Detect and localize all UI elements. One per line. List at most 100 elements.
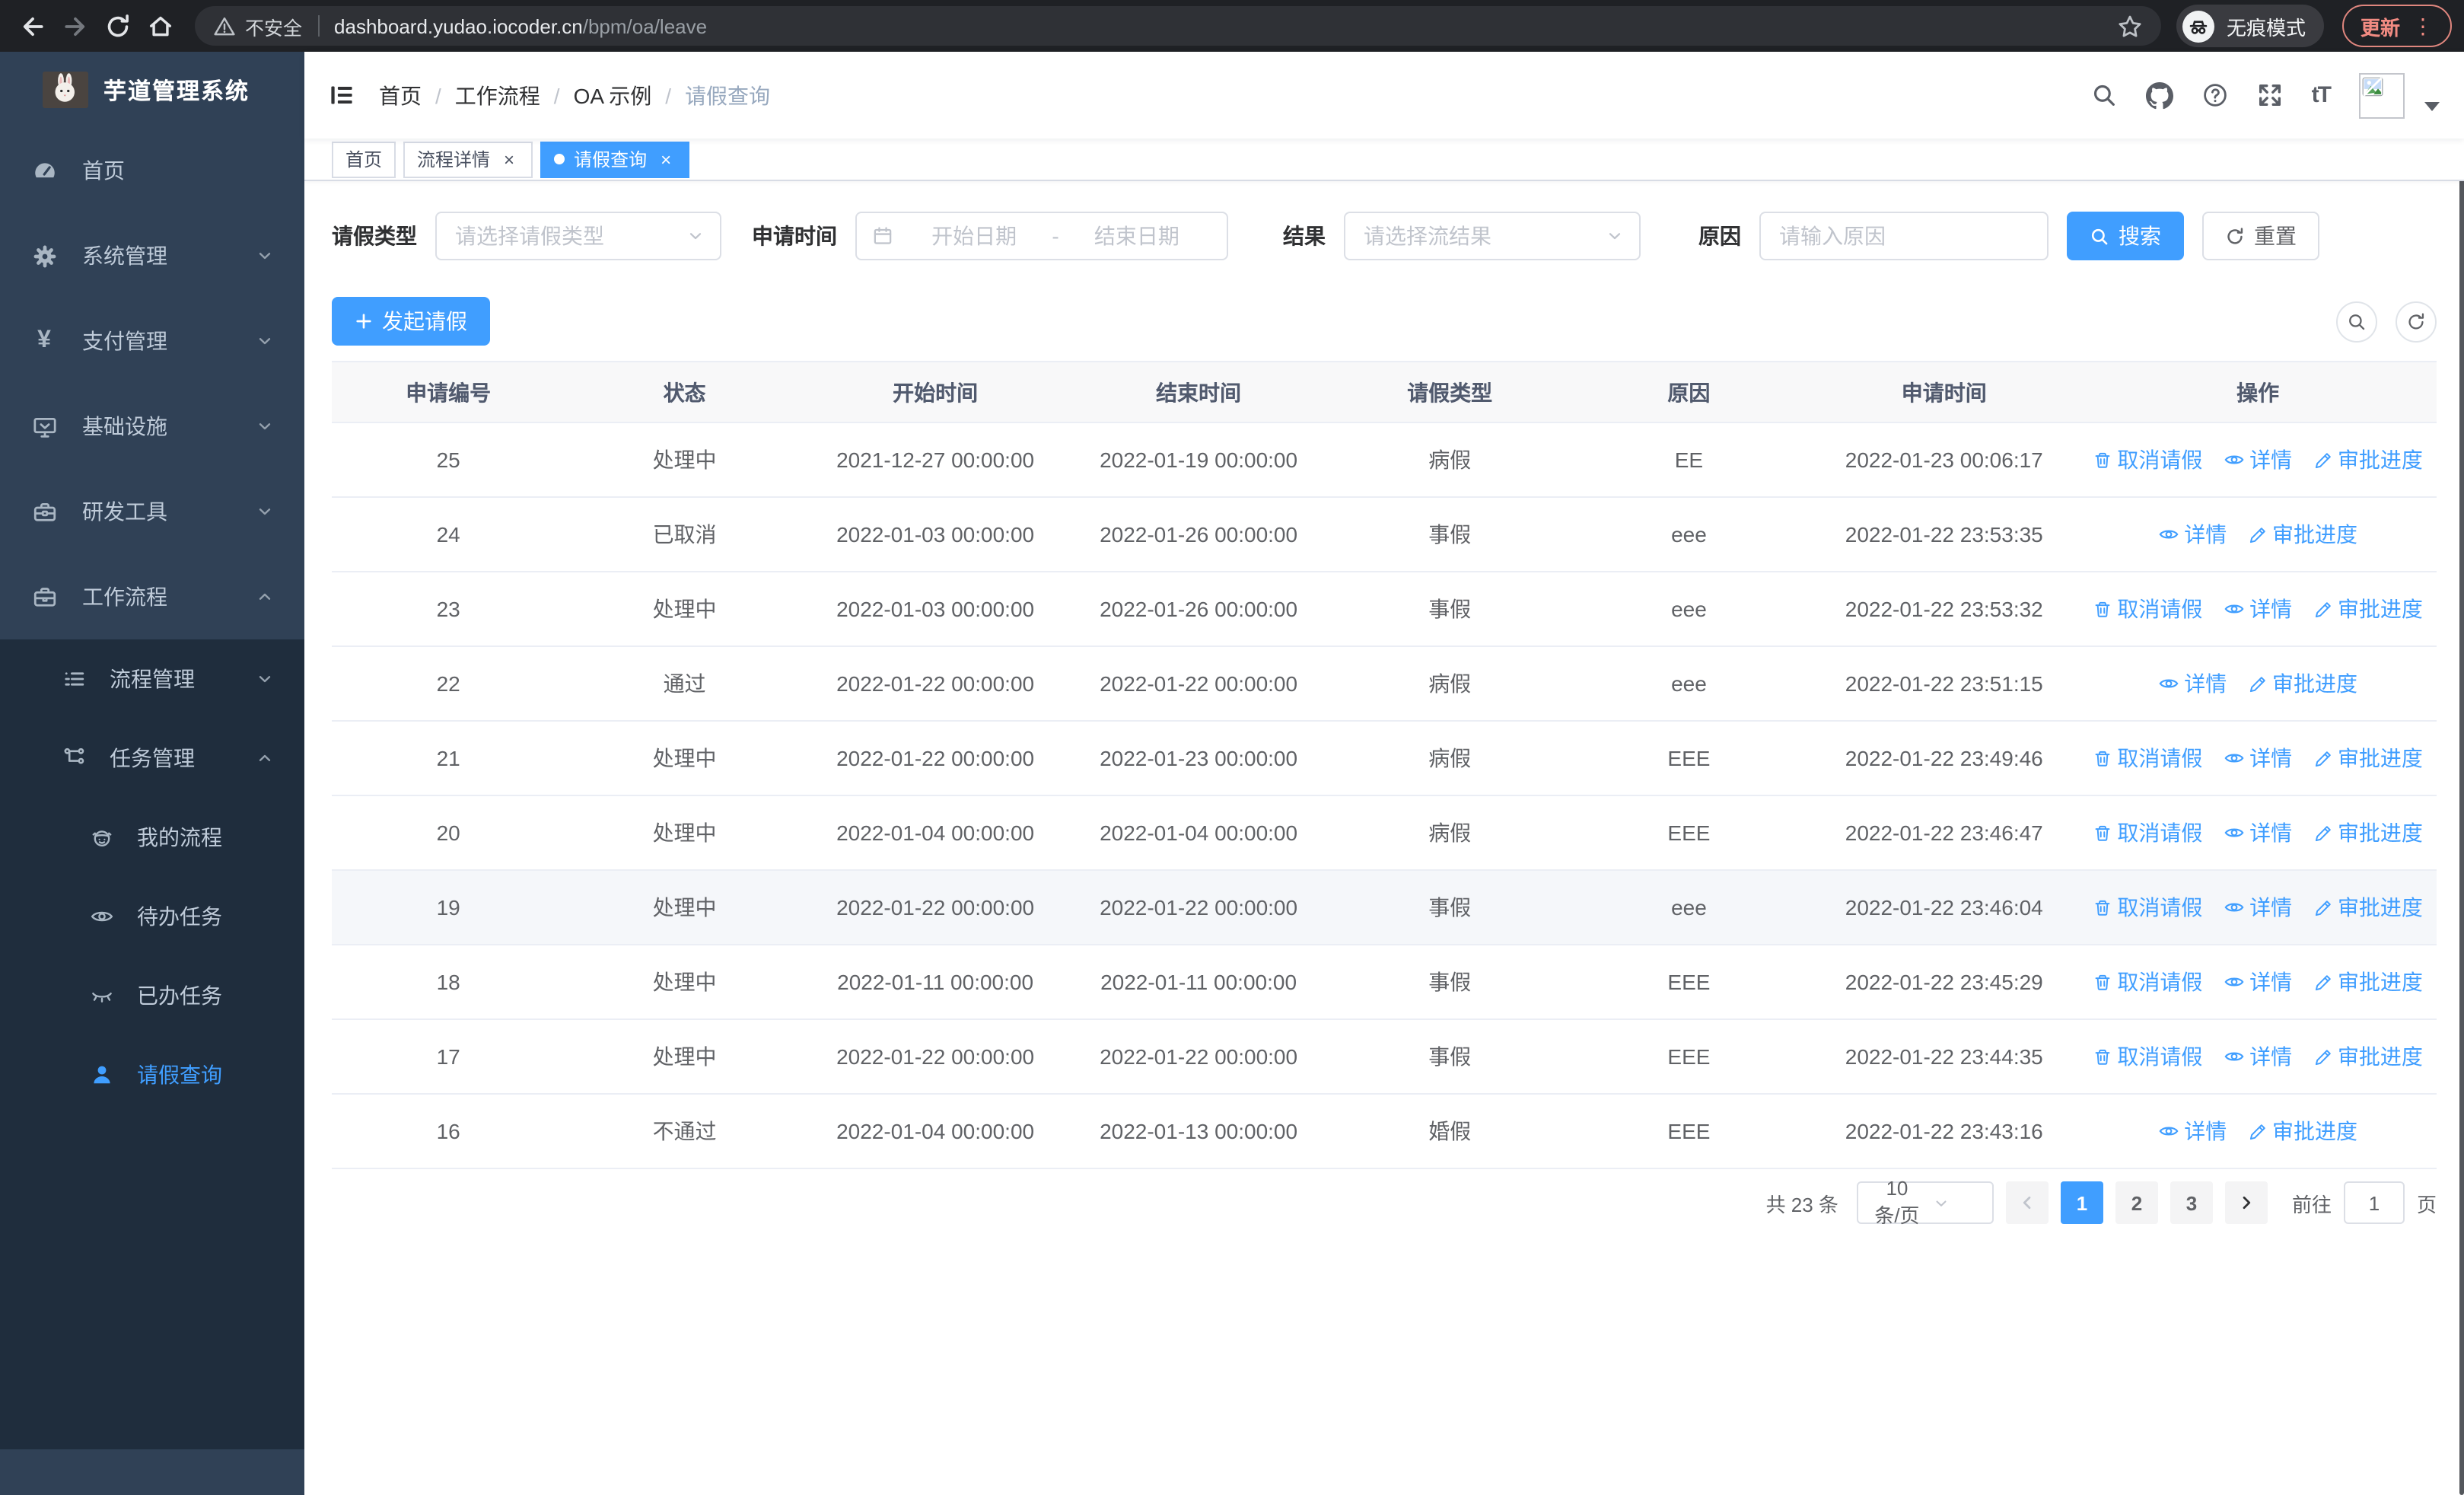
prev-page-button[interactable] bbox=[2005, 1181, 2049, 1224]
approval-progress-link[interactable]: 审批进度 bbox=[2313, 893, 2423, 923]
url-bar[interactable]: 不安全 dashboard.yudao.iocoder.cn/bpm/oa/le… bbox=[195, 6, 2161, 46]
broken-image-icon bbox=[2362, 76, 2383, 96]
col-actions: 操作 bbox=[2079, 362, 2437, 423]
cancel-leave-link[interactable]: 取消请假 bbox=[2093, 967, 2202, 998]
trash-icon bbox=[2095, 452, 2110, 468]
logo-image bbox=[43, 72, 88, 108]
avatar-dropdown-caret[interactable] bbox=[2424, 101, 2440, 110]
page-size-select[interactable]: 10条/页 bbox=[1856, 1177, 1994, 1227]
sidebar-subitem-done-tasks[interactable]: 已办任务 bbox=[0, 956, 304, 1035]
sidebar-item-devtools[interactable]: 研发工具 bbox=[0, 469, 304, 554]
cancel-leave-link[interactable]: 取消请假 bbox=[2093, 445, 2202, 476]
page-button-2[interactable]: 2 bbox=[2115, 1181, 2158, 1224]
cell-apply-time: 2022-01-22 23:46:47 bbox=[1809, 795, 2080, 871]
page-button-3[interactable]: 3 bbox=[2170, 1181, 2213, 1224]
github-icon[interactable] bbox=[2145, 81, 2173, 109]
close-icon[interactable]: × bbox=[656, 149, 676, 169]
browser-menu-icon[interactable]: ⋮ bbox=[2412, 13, 2434, 39]
approval-progress-link[interactable]: 审批进度 bbox=[2248, 669, 2357, 700]
goto-page-input[interactable]: 1 bbox=[2343, 1181, 2405, 1224]
cancel-leave-link[interactable]: 取消请假 bbox=[2093, 893, 2202, 923]
create-leave-button[interactable]: 发起请假 bbox=[332, 297, 490, 346]
app-title: 芋道管理系统 bbox=[103, 78, 250, 104]
breadcrumb-oa-example[interactable]: OA 示例 bbox=[574, 80, 652, 110]
scrollbar-thumb[interactable] bbox=[2459, 55, 2464, 1495]
font-size-icon[interactable]: tT bbox=[2312, 82, 2332, 108]
approval-progress-link[interactable]: 审批进度 bbox=[2248, 1117, 2357, 1147]
sidebar: 芋道管理系统 首页 系统管理 ¥ 支付管理 基础设施 研发工具 工作流程 流程管… bbox=[0, 52, 304, 1495]
sidebar-toggle-icon[interactable] bbox=[329, 82, 355, 108]
detail-link[interactable]: 详情 bbox=[2158, 519, 2227, 550]
bookmark-star-icon[interactable] bbox=[2117, 13, 2143, 39]
detail-link[interactable]: 详情 bbox=[2224, 594, 2292, 624]
cell-start-time: 2022-01-04 00:00:00 bbox=[804, 795, 1067, 871]
refresh-table-button[interactable] bbox=[2396, 301, 2437, 342]
cancel-leave-link[interactable]: 取消请假 bbox=[2093, 1042, 2202, 1073]
detail-link[interactable]: 详情 bbox=[2224, 743, 2292, 773]
detail-link[interactable]: 详情 bbox=[2224, 445, 2292, 475]
tab-leave-query[interactable]: 请假查询 × bbox=[540, 141, 690, 177]
browser-update-button[interactable]: 更新 ⋮ bbox=[2341, 5, 2452, 47]
breadcrumb-home[interactable]: 首页 bbox=[379, 80, 422, 110]
search-icon[interactable] bbox=[2091, 82, 2117, 108]
approval-progress-link[interactable]: 审批进度 bbox=[2313, 1042, 2423, 1073]
cell-apply-time: 2022-01-22 23:53:35 bbox=[1809, 497, 2080, 572]
reload-icon[interactable] bbox=[97, 6, 137, 46]
col-request-id: 申请编号 bbox=[332, 362, 565, 423]
tab-home[interactable]: 首页 bbox=[332, 141, 396, 177]
sidebar-item-workflow[interactable]: 工作流程 bbox=[0, 554, 304, 639]
cell-apply-time: 2022-01-22 23:53:32 bbox=[1809, 572, 2080, 647]
fullscreen-icon[interactable] bbox=[2257, 82, 2283, 108]
close-icon[interactable]: × bbox=[499, 149, 519, 169]
approval-progress-link[interactable]: 审批进度 bbox=[2313, 967, 2423, 998]
avatar[interactable] bbox=[2359, 72, 2405, 118]
sidebar-subitem-task-management[interactable]: 任务管理 bbox=[0, 719, 304, 798]
app-logo[interactable]: 芋道管理系统 bbox=[0, 52, 304, 128]
cancel-leave-link[interactable]: 取消请假 bbox=[2093, 744, 2202, 774]
sidebar-subitem-leave-query[interactable]: 请假查询 bbox=[0, 1035, 304, 1114]
detail-link[interactable]: 详情 bbox=[2224, 892, 2292, 923]
cancel-leave-link[interactable]: 取消请假 bbox=[2093, 818, 2202, 849]
detail-link[interactable]: 详情 bbox=[2158, 668, 2227, 699]
cancel-leave-link[interactable]: 取消请假 bbox=[2093, 594, 2202, 625]
leave-type-select[interactable]: 请选择请假类型 bbox=[435, 212, 721, 260]
sidebar-subitem-my-process[interactable]: 我的流程 bbox=[0, 798, 304, 877]
reason-input[interactable]: 请输入原因 bbox=[1759, 212, 2049, 260]
sidebar-item-home[interactable]: 首页 bbox=[0, 128, 304, 213]
navbar: 首页 / 工作流程 / OA 示例 / 请假查询 tT bbox=[304, 52, 2464, 139]
cell-actions: 详情 审批进度 bbox=[2079, 1094, 2437, 1169]
detail-link[interactable]: 详情 bbox=[2224, 967, 2292, 997]
sidebar-item-system[interactable]: 系统管理 bbox=[0, 213, 304, 298]
approval-progress-link[interactable]: 审批进度 bbox=[2313, 445, 2423, 476]
detail-link[interactable]: 详情 bbox=[2158, 1116, 2227, 1146]
next-page-button[interactable] bbox=[2224, 1181, 2268, 1224]
sidebar-subitem-process-management[interactable]: 流程管理 bbox=[0, 639, 304, 719]
show-search-button[interactable] bbox=[2336, 301, 2377, 342]
help-icon[interactable] bbox=[2202, 82, 2228, 108]
cell-request-id: 16 bbox=[332, 1094, 565, 1169]
detail-link[interactable]: 详情 bbox=[2224, 1041, 2292, 1072]
search-icon bbox=[2091, 228, 2108, 244]
apply-time-range-picker[interactable]: 开始日期 - 结束日期 bbox=[855, 212, 1228, 260]
eye-icon bbox=[2224, 454, 2244, 464]
approval-progress-link[interactable]: 审批进度 bbox=[2313, 818, 2423, 849]
sidebar-item-payment[interactable]: ¥ 支付管理 bbox=[0, 298, 304, 384]
page-button-1[interactable]: 1 bbox=[2060, 1181, 2103, 1224]
home-icon[interactable] bbox=[140, 6, 180, 46]
approval-progress-link[interactable]: 审批进度 bbox=[2313, 594, 2423, 625]
sidebar-subitem-todo-tasks[interactable]: 待办任务 bbox=[0, 877, 304, 956]
tab-process-detail[interactable]: 流程详情 × bbox=[403, 141, 533, 177]
back-icon[interactable] bbox=[12, 6, 52, 46]
result-select[interactable]: 请选择流结果 bbox=[1344, 212, 1641, 260]
reset-button[interactable]: 重置 bbox=[2202, 212, 2319, 260]
detail-link[interactable]: 详情 bbox=[2224, 818, 2292, 848]
search-button[interactable]: 搜索 bbox=[2067, 212, 2184, 260]
approval-progress-link[interactable]: 审批进度 bbox=[2313, 744, 2423, 774]
cell-reason: EE bbox=[1568, 422, 1810, 498]
forward-icon[interactable] bbox=[55, 6, 94, 46]
sidebar-item-infrastructure[interactable]: 基础设施 bbox=[0, 384, 304, 469]
total-count: 共 23 条 bbox=[1765, 1193, 1838, 1216]
breadcrumb-workflow[interactable]: 工作流程 bbox=[455, 80, 540, 110]
approval-progress-link[interactable]: 审批进度 bbox=[2248, 520, 2357, 550]
eye-icon bbox=[2224, 902, 2244, 912]
